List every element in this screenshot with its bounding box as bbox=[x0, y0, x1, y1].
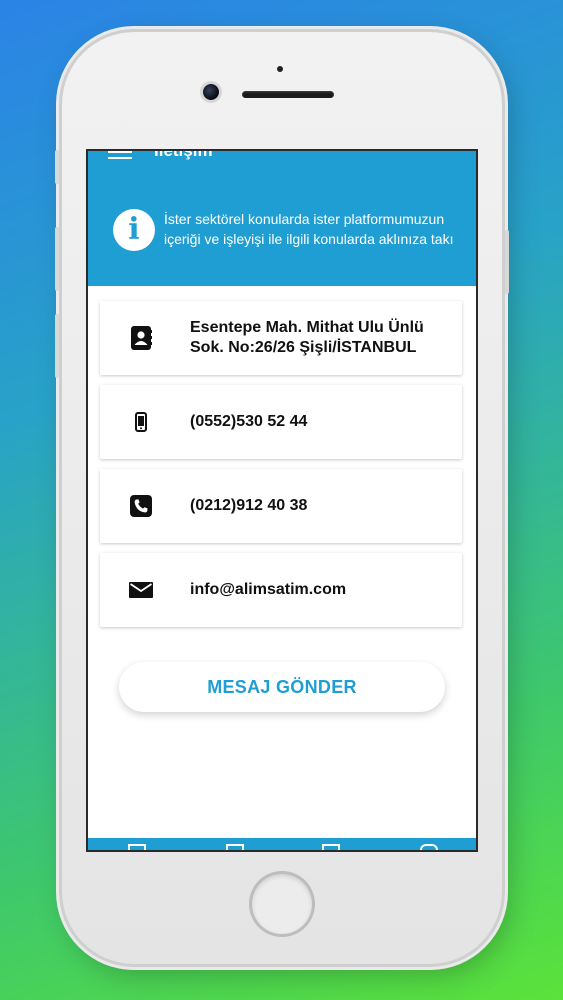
nav-tab-3[interactable] bbox=[322, 844, 340, 850]
volume-down-button bbox=[55, 314, 59, 378]
send-message-button[interactable]: MESAJ GÖNDER bbox=[119, 662, 445, 712]
proximity-sensor bbox=[277, 66, 283, 72]
info-line-1: İster sektörel konularda ister platformu… bbox=[164, 211, 445, 227]
info-banner-text: İster sektörel konularda ister platformu… bbox=[164, 209, 476, 249]
info-icon: i bbox=[113, 209, 155, 251]
nav-tab-4[interactable] bbox=[420, 844, 438, 850]
contact-card-email[interactable]: info@alimsatim.com bbox=[100, 553, 462, 627]
front-camera bbox=[203, 84, 219, 100]
address-line-1: Esentepe Mah. Mithat Ulu Ünlü bbox=[190, 319, 424, 336]
app-screen: İletişim i İster sektörel konularda iste… bbox=[86, 149, 478, 852]
volume-up-button bbox=[55, 227, 59, 291]
address-book-icon bbox=[128, 325, 154, 351]
landline-number-text: (0212)912 40 38 bbox=[190, 497, 308, 514]
phone-frame: İletişim i İster sektörel konularda iste… bbox=[55, 32, 509, 964]
nav-tab-1[interactable] bbox=[128, 844, 146, 850]
contact-card-address[interactable]: Esentepe Mah. Mithat Ulu Ünlü Sok. No:26… bbox=[100, 301, 462, 375]
page-title: İletişim bbox=[154, 149, 213, 160]
envelope-icon bbox=[128, 577, 154, 603]
address-text: Esentepe Mah. Mithat Ulu Ünlü Sok. No:26… bbox=[190, 318, 450, 358]
earpiece-speaker bbox=[242, 91, 334, 98]
mobile-phone-icon bbox=[128, 409, 154, 435]
home-button[interactable] bbox=[252, 874, 312, 934]
phone-icon bbox=[128, 493, 154, 519]
address-line-2: Sok. No:26/26 Şişli/İSTANBUL bbox=[190, 339, 417, 356]
contact-card-phone[interactable]: (0212)912 40 38 bbox=[100, 469, 462, 543]
info-line-2: içeriği ve işleyişi ile ilgili konularda… bbox=[164, 231, 454, 247]
bottom-nav-bar bbox=[88, 838, 476, 850]
app-header: İletişim i İster sektörel konularda iste… bbox=[88, 151, 476, 286]
hamburger-menu-icon[interactable] bbox=[108, 151, 132, 159]
mobile-number-text: (0552)530 52 44 bbox=[190, 413, 308, 430]
nav-tab-2[interactable] bbox=[226, 844, 244, 850]
mute-switch bbox=[55, 150, 59, 184]
contact-list: Esentepe Mah. Mithat Ulu Ünlü Sok. No:26… bbox=[100, 301, 462, 637]
power-button bbox=[505, 230, 509, 294]
email-text: info@alimsatim.com bbox=[190, 581, 347, 598]
contact-card-mobile[interactable]: (0552)530 52 44 bbox=[100, 385, 462, 459]
